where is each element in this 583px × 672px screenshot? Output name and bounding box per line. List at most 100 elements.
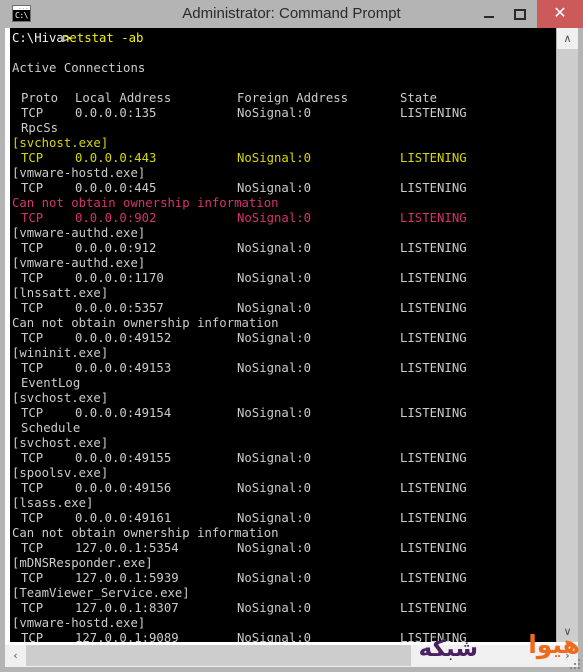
- scroll-down-button[interactable]: ∨: [557, 621, 578, 642]
- cell-state: LISTENING: [400, 571, 467, 585]
- cell-state: LISTENING: [400, 541, 467, 555]
- connection-row: TCP 0.0.0.0:49153 NoSignal:0 LISTENING: [10, 361, 556, 376]
- scroll-up-button[interactable]: ∧: [557, 28, 578, 49]
- console-text: [lsass.exe]: [12, 496, 94, 510]
- cell-local-address: 0.0.0.0:49161: [75, 511, 172, 525]
- cell-proto: TCP: [21, 406, 44, 420]
- chevron-down-icon: ∨: [563, 625, 572, 638]
- console-text: Can not obtain ownership information: [12, 196, 279, 210]
- cell-local-address: 0.0.0.0:1170: [75, 271, 164, 285]
- horizontal-scrollbar-track[interactable]: [411, 645, 557, 666]
- cell-foreign-address: NoSignal:0: [237, 151, 312, 165]
- cell-local-address: 0.0.0.0:135: [75, 106, 157, 120]
- cell-state: LISTENING: [400, 331, 467, 345]
- cell-local-address: 0.0.0.0:445: [75, 181, 157, 195]
- console-text: EventLog: [21, 376, 81, 390]
- connection-row: TCP 0.0.0.0:49155 NoSignal:0 LISTENING: [10, 451, 556, 466]
- cell-state: LISTENING: [400, 271, 467, 285]
- cell-state: LISTENING: [400, 106, 467, 120]
- close-button[interactable]: ✕: [537, 0, 583, 28]
- console-text: [vmware-hostd.exe]: [12, 166, 146, 180]
- close-icon: ✕: [553, 5, 567, 22]
- cell-foreign-address: NoSignal:0: [237, 631, 312, 642]
- resize-grip[interactable]: [568, 657, 580, 669]
- console-inner-border: C:\Hiva> netstat -ab Active Connections P…: [5, 28, 578, 667]
- connection-row: TCP 0.0.0.0:49152 NoSignal:0 LISTENING: [10, 331, 556, 346]
- cell-foreign-address: NoSignal:0: [237, 511, 312, 525]
- cell-local-address: 0.0.0.0:443: [75, 151, 157, 165]
- title-bar[interactable]: ··· C:\ Administrator: Command Prompt ✕: [0, 0, 583, 28]
- horizontal-scrollbar-thumb[interactable]: [26, 645, 411, 666]
- console-text-line: [vmware-hostd.exe]: [10, 166, 556, 181]
- maximize-button[interactable]: [505, 0, 535, 28]
- cell-local-address: 127.0.0.1:8307: [75, 601, 179, 615]
- cell-proto: TCP: [21, 211, 44, 225]
- cell-foreign-address: NoSignal:0: [237, 271, 312, 285]
- console-lines: C:\Hiva> netstat -ab Active Connections P…: [10, 31, 556, 642]
- cell-foreign-address: NoSignal:0: [237, 241, 312, 255]
- console-text-line: [vmware-hostd.exe]: [10, 616, 556, 631]
- connection-row: Proto Local Address Foreign Address State: [10, 91, 556, 106]
- horizontal-scrollbar[interactable]: ‹ ›: [5, 645, 578, 667]
- command-prompt-window: ··· C:\ Administrator: Command Prompt ✕ …: [0, 0, 583, 672]
- cell-foreign-address: NoSignal:0: [237, 301, 312, 315]
- cell-state: LISTENING: [400, 211, 467, 225]
- console-prompt-line: C:\Hiva> netstat -ab: [10, 31, 556, 46]
- console-text: [spoolsv.exe]: [12, 466, 109, 480]
- vertical-scrollbar[interactable]: ∧ ∨: [556, 28, 578, 642]
- scroll-left-button[interactable]: ‹: [5, 645, 26, 666]
- console-text-line: [lnssatt.exe]: [10, 286, 556, 301]
- cell-local-address: 127.0.0.1:5354: [75, 541, 179, 555]
- minimize-button[interactable]: [473, 0, 505, 28]
- cell-foreign-address: NoSignal:0: [237, 331, 312, 345]
- console-text: RpcSs: [21, 121, 59, 135]
- vertical-scrollbar-track[interactable]: [557, 49, 578, 621]
- cell-foreign-address: NoSignal:0: [237, 211, 312, 225]
- console-text: [wininit.exe]: [12, 346, 109, 360]
- cell-state: State: [400, 91, 438, 105]
- cell-proto: TCP: [21, 451, 44, 465]
- console-frame: C:\Hiva> netstat -ab Active Connections P…: [5, 28, 578, 667]
- cell-foreign-address: NoSignal:0: [237, 451, 312, 465]
- maximize-icon: [514, 9, 526, 20]
- console-text: [svchost.exe]: [12, 136, 109, 150]
- cell-state: LISTENING: [400, 481, 467, 495]
- cell-proto: TCP: [21, 511, 44, 525]
- connection-row: TCP 0.0.0.0:912 NoSignal:0 LISTENING: [10, 241, 556, 256]
- connection-row: TCP 0.0.0.0:443 NoSignal:0 LISTENING: [10, 151, 556, 166]
- cell-state: LISTENING: [400, 181, 467, 195]
- chevron-up-icon: ∧: [563, 32, 572, 45]
- cell-proto: TCP: [21, 106, 44, 120]
- cell-local-address: Local Address: [75, 91, 172, 105]
- console-text-line: [svchost.exe]: [10, 436, 556, 451]
- cell-foreign-address: NoSignal:0: [237, 571, 312, 585]
- cell-proto: TCP: [21, 331, 44, 345]
- connection-row: TCP 127.0.0.1:5354 NoSignal:0 LISTENING: [10, 541, 556, 556]
- connection-row: TCP 0.0.0.0:445 NoSignal:0 LISTENING: [10, 181, 556, 196]
- cell-proto: TCP: [21, 631, 44, 642]
- console-text-line: [lsass.exe]: [10, 496, 556, 511]
- cell-state: LISTENING: [400, 361, 467, 375]
- cell-local-address: 0.0.0.0:49154: [75, 406, 172, 420]
- cell-state: LISTENING: [400, 511, 467, 525]
- console-text-line: [vmware-authd.exe]: [10, 256, 556, 271]
- connection-row: TCP 0.0.0.0:5357 NoSignal:0 LISTENING: [10, 301, 556, 316]
- cell-state: LISTENING: [400, 241, 467, 255]
- console-output-area[interactable]: C:\Hiva> netstat -ab Active Connections P…: [10, 28, 556, 642]
- cell-state: LISTENING: [400, 406, 467, 420]
- connection-row: TCP 127.0.0.1:5939 NoSignal:0 LISTENING: [10, 571, 556, 586]
- console-text: [vmware-authd.exe]: [12, 226, 146, 240]
- cell-proto: TCP: [21, 271, 44, 285]
- console-text-line: Can not obtain ownership information: [10, 316, 556, 331]
- console-text: [mDNSResponder.exe]: [12, 556, 153, 570]
- connection-row: TCP 0.0.0.0:49156 NoSignal:0 LISTENING: [10, 481, 556, 496]
- cell-local-address: 0.0.0.0:49152: [75, 331, 172, 345]
- cell-state: LISTENING: [400, 601, 467, 615]
- console-text-line: [TeamViewer_Service.exe]: [10, 586, 556, 601]
- console-text-line: [wininit.exe]: [10, 346, 556, 361]
- cell-local-address: 0.0.0.0:902: [75, 211, 157, 225]
- chevron-left-icon: ‹: [13, 649, 18, 662]
- typed-command: netstat -ab: [62, 31, 144, 45]
- console-text-line: Schedule: [10, 421, 556, 436]
